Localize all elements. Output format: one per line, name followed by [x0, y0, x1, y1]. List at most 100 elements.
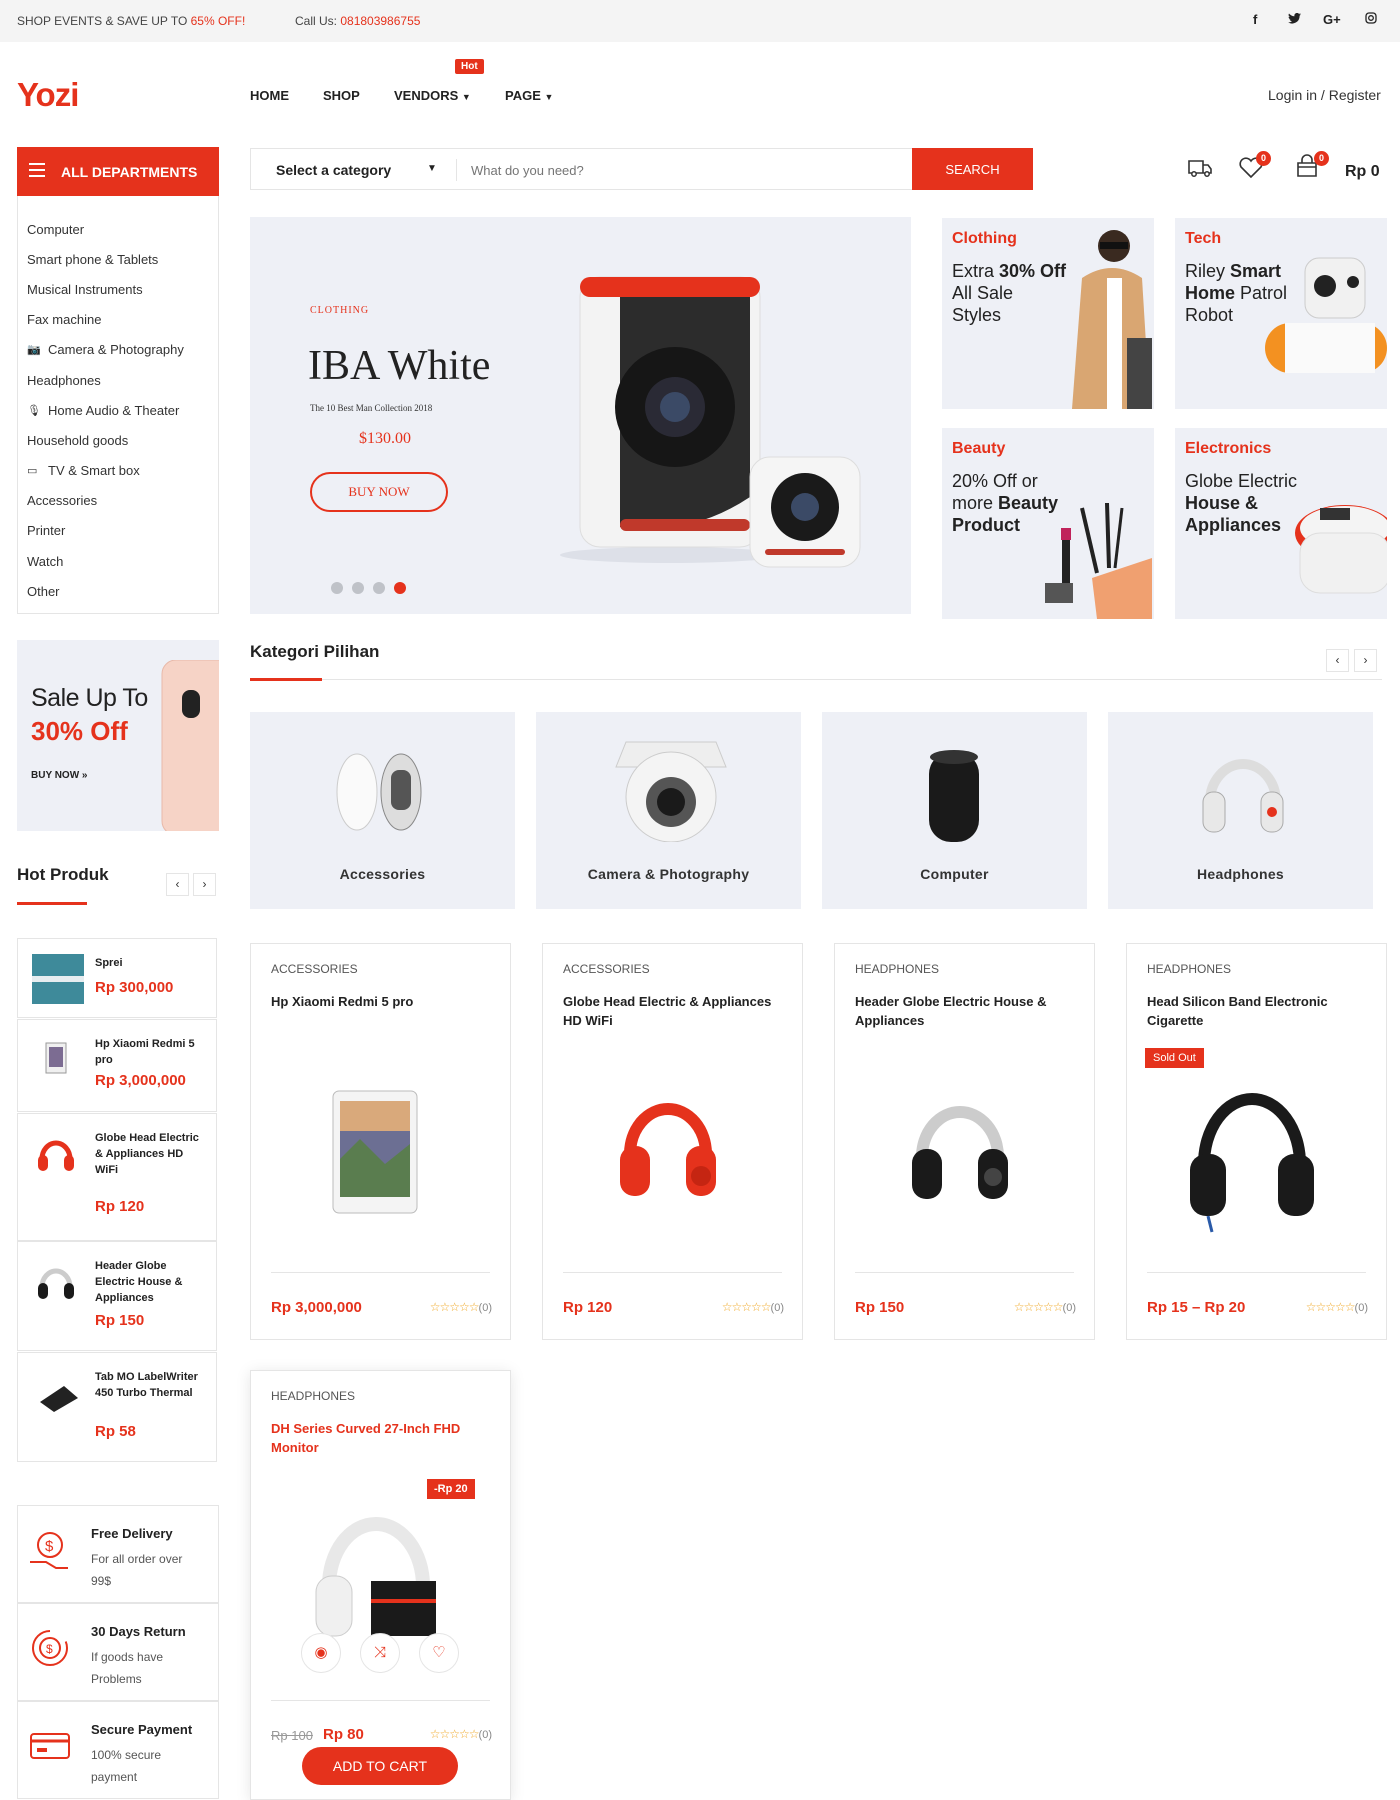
- department-item[interactable]: 📷 Camera & Photography: [18, 335, 218, 365]
- speaker-image: [560, 276, 861, 568]
- hero-subtitle: The 10 Best Man Collection 2018: [310, 403, 433, 413]
- kategori-prev-arrow[interactable]: ‹: [1326, 649, 1349, 672]
- hot-produk-item[interactable]: Sprei Rp 300,000: [17, 938, 217, 1018]
- product-name[interactable]: Globe Head Electric & Appliances HD WiFi: [563, 992, 788, 1030]
- nav-home[interactable]: HOME: [250, 88, 289, 103]
- hot-produk-name[interactable]: Sprei: [95, 955, 207, 971]
- add-to-cart-button[interactable]: ADD TO CART: [302, 1747, 458, 1785]
- chevron-down-icon[interactable]: ▼: [427, 163, 437, 174]
- slider-dot[interactable]: [352, 582, 364, 594]
- hot-produk-price: Rp 150: [95, 1312, 145, 1329]
- hot-produk-name[interactable]: Header Globe Electric House & Appliances: [95, 1258, 207, 1306]
- product-name[interactable]: Hp Xiaomi Redmi 5 pro: [271, 992, 496, 1011]
- hot-prev-arrow[interactable]: ‹: [166, 873, 189, 896]
- caret-down-icon: ▼: [544, 92, 554, 102]
- hot-next-arrow[interactable]: ›: [193, 873, 216, 896]
- product-card[interactable]: HEADPHONES Header Globe Electric House &…: [834, 943, 1095, 1340]
- department-item[interactable]: Other: [18, 576, 218, 606]
- cart-total[interactable]: Rp 0: [1345, 163, 1380, 181]
- product-card[interactable]: ACCESSORIES Hp Xiaomi Redmi 5 pro Rp 3,0…: [250, 943, 511, 1340]
- feature-title: 30 Days Return: [91, 1624, 186, 1639]
- kategori-card-computer[interactable]: Computer: [822, 712, 1087, 909]
- department-item[interactable]: Accessories: [18, 486, 218, 516]
- promo-title: Clothing: [952, 230, 1017, 247]
- hero-slider[interactable]: CLOTHING IBA White The 10 Best Man Colle…: [250, 217, 911, 614]
- hot-produk-name[interactable]: Globe Head Electric & Appliances HD WiFi: [95, 1130, 207, 1178]
- department-item[interactable]: 🎙 Home Audio & Theater: [18, 395, 218, 425]
- department-item[interactable]: Fax machine: [18, 305, 218, 335]
- kategori-card-headphones[interactable]: Headphones: [1108, 712, 1373, 909]
- compare-shuffle-icon[interactable]: ⤨: [360, 1633, 400, 1673]
- feature-item: $ Free Delivery For all order over 99$: [17, 1505, 219, 1603]
- product-name[interactable]: Head Silicon Band Electronic Cigarette: [1147, 992, 1372, 1030]
- slider-dot[interactable]: [373, 582, 385, 594]
- department-item[interactable]: Printer: [18, 516, 218, 546]
- department-item[interactable]: Musical Instruments: [18, 274, 218, 304]
- robot-image: [1265, 257, 1387, 373]
- product-thumbnail: [32, 1257, 84, 1307]
- cart-count-badge: 0: [1314, 151, 1329, 166]
- hero-eyebrow: CLOTHING: [310, 305, 370, 316]
- department-item[interactable]: Computer: [18, 214, 218, 244]
- wishlist-heart-icon[interactable]: ♡: [419, 1633, 459, 1673]
- quick-view-icon[interactable]: ◉: [301, 1633, 341, 1673]
- nav-shop[interactable]: SHOP: [323, 88, 360, 103]
- product-card[interactable]: ACCESSORIES Globe Head Electric & Applia…: [542, 943, 803, 1340]
- nav-vendors[interactable]: VENDORS ▼: [394, 88, 471, 103]
- login-register-link[interactable]: Login in / Register: [1268, 87, 1381, 103]
- department-item[interactable]: Headphones: [18, 365, 218, 395]
- search-button[interactable]: SEARCH: [912, 148, 1033, 190]
- hot-produk-name[interactable]: Tab MO LabelWriter 450 Turbo Thermal: [95, 1369, 207, 1401]
- kategori-label: Headphones: [1196, 866, 1284, 882]
- department-item[interactable]: Household goods: [18, 425, 218, 455]
- hot-produk-price: Rp 3,000,000: [95, 1072, 186, 1089]
- hot-produk-item[interactable]: Hp Xiaomi Redmi 5 pro Rp 3,000,000: [17, 1019, 217, 1112]
- kategori-next-arrow[interactable]: ›: [1354, 649, 1377, 672]
- mouse-image: [336, 753, 422, 831]
- hot-produk-name[interactable]: Hp Xiaomi Redmi 5 pro: [95, 1036, 207, 1068]
- product-price: Rp 15 – Rp 20: [1147, 1299, 1246, 1316]
- product-category: HEADPHONES: [271, 1389, 356, 1403]
- department-item[interactable]: Smart phone & Tablets: [18, 244, 218, 274]
- promo-electronics[interactable]: Electronics Globe Electric House & Appli…: [1175, 428, 1387, 619]
- hot-produk-item[interactable]: Tab MO LabelWriter 450 Turbo Thermal Rp 5…: [17, 1352, 217, 1462]
- product-card-hovered[interactable]: HEADPHONES DH Series Curved 27-Inch FHD …: [250, 1370, 511, 1800]
- sale-buy-now-link[interactable]: BUY NOW »: [31, 770, 88, 781]
- product-category: ACCESSORIES: [271, 962, 358, 976]
- hero-buy-now-button[interactable]: BUY NOW: [310, 472, 448, 512]
- promo-clothing[interactable]: Clothing Extra 30% Off All Sale Styles: [942, 218, 1154, 409]
- product-name[interactable]: Header Globe Electric House & Appliances: [855, 992, 1080, 1030]
- logo[interactable]: Yozi: [17, 76, 79, 114]
- product-card[interactable]: HEADPHONES Head Silicon Band Electronic …: [1126, 943, 1387, 1340]
- nav-page[interactable]: PAGE ▼: [505, 88, 553, 103]
- department-item[interactable]: Watch: [18, 546, 218, 576]
- promo-tech[interactable]: Tech Riley Smart Home Patrol Robot: [1175, 218, 1387, 409]
- kategori-card-camera[interactable]: Camera & Photography: [536, 712, 801, 909]
- facebook-icon[interactable]: f: [1253, 12, 1257, 27]
- kategori-card-accessories[interactable]: Accessories: [250, 712, 515, 909]
- hot-produk-item[interactable]: Globe Head Electric & Appliances HD WiFi…: [17, 1113, 217, 1241]
- google-plus-icon[interactable]: G+: [1323, 12, 1341, 27]
- hot-produk-price: Rp 120: [95, 1198, 145, 1215]
- sale-banner[interactable]: Sale Up To 30% Off BUY NOW »: [17, 640, 219, 831]
- search-input[interactable]: [471, 159, 921, 181]
- category-select[interactable]: Select a category: [276, 162, 391, 178]
- product-thumbnail: [32, 1035, 84, 1085]
- twitter-icon[interactable]: [1288, 12, 1301, 27]
- promo-text: SHOP EVENTS & SAVE UP TO 65% OFF!: [17, 14, 246, 28]
- promo-title: Electronics: [1185, 440, 1272, 457]
- hot-produk-price: Rp 58: [95, 1423, 136, 1440]
- truck-icon[interactable]: [1185, 152, 1215, 182]
- promo-beauty[interactable]: Beauty 20% Off or more Beauty Product: [942, 428, 1154, 619]
- product-price: Rp 80: [323, 1726, 364, 1743]
- hot-produk-item[interactable]: Header Globe Electric House & Appliances…: [17, 1241, 217, 1351]
- svg-text:$: $: [46, 1642, 53, 1656]
- slider-dot[interactable]: [331, 582, 343, 594]
- product-name[interactable]: DH Series Curved 27-Inch FHD Monitor: [271, 1419, 496, 1457]
- department-item[interactable]: ▭ TV & Smart box: [18, 456, 218, 486]
- instagram-icon[interactable]: [1365, 12, 1377, 27]
- slider-dot[interactable]: [394, 582, 406, 594]
- kategori-label: Accessories: [339, 866, 426, 882]
- all-departments-button[interactable]: ALL DEPARTMENTS: [17, 147, 219, 196]
- kategori-title: Kategori Pilihan: [250, 642, 380, 661]
